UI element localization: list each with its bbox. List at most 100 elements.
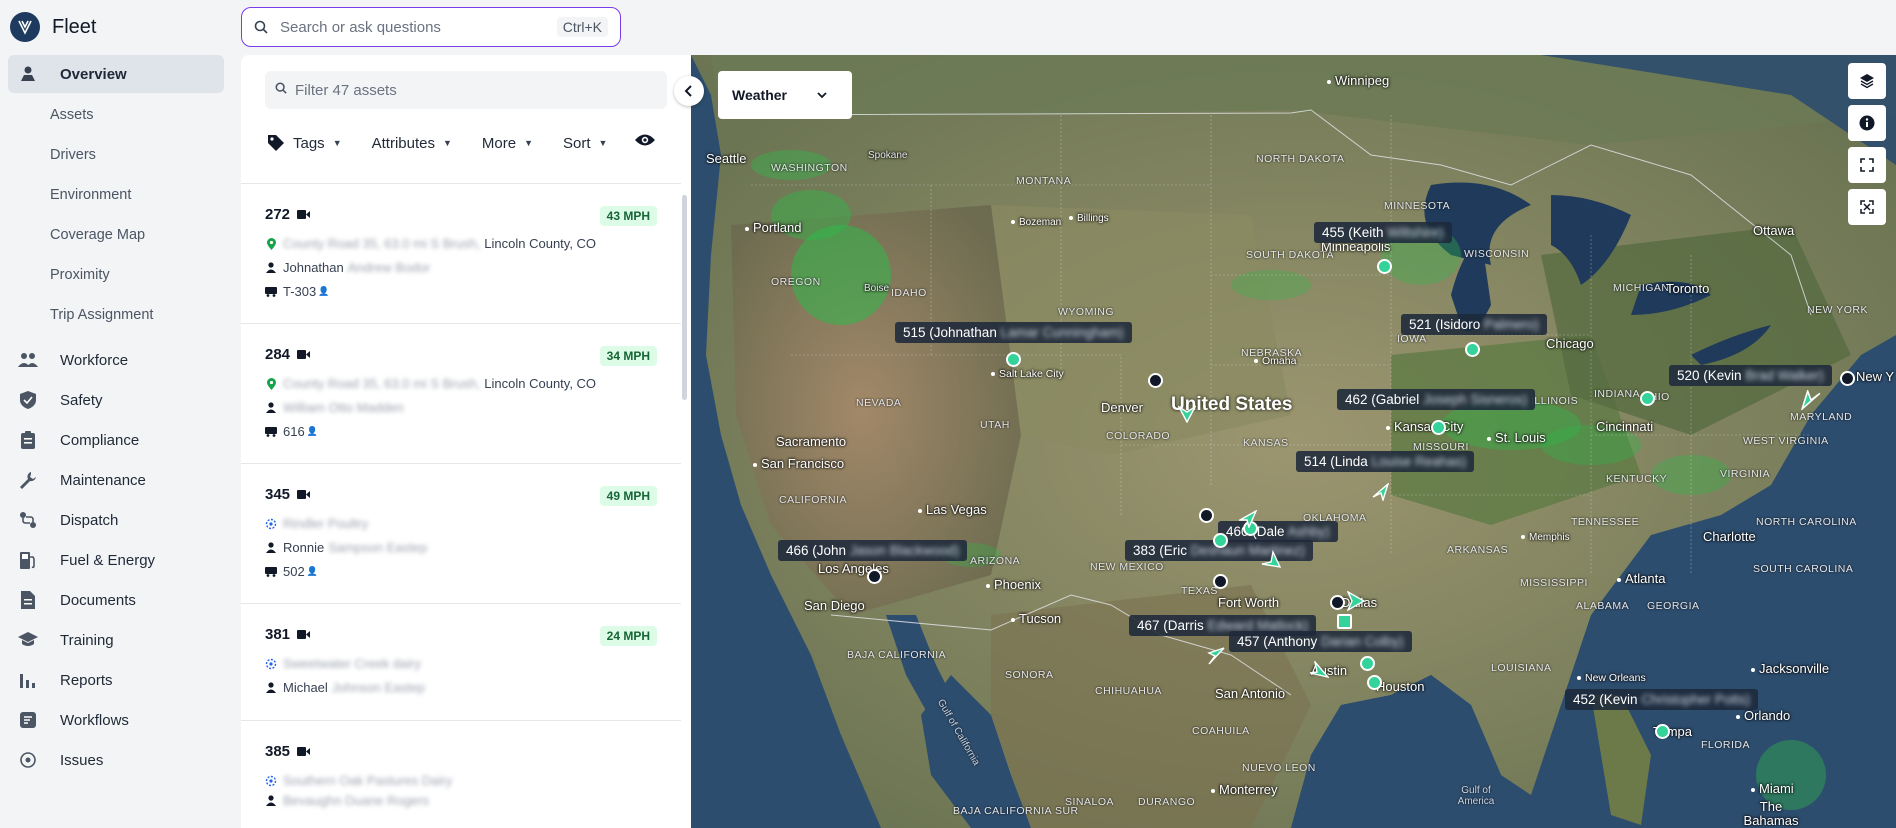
- layers-button[interactable]: [1848, 63, 1886, 99]
- asset-card[interactable]: 284 34 MPH County Road 35, 63.0 mi S Bru…: [241, 324, 681, 464]
- vehicle-marker-idle[interactable]: [1337, 614, 1352, 629]
- nav-documents[interactable]: Documents: [8, 581, 224, 619]
- asset-id: 385: [265, 743, 311, 760]
- attributes-dropdown[interactable]: Attributes ▼: [372, 135, 452, 152]
- heading-arrow-icon[interactable]: [1239, 510, 1257, 528]
- vehicle-marker-stopped[interactable]: [1213, 574, 1228, 589]
- nav-workflows[interactable]: Workflows: [8, 701, 224, 739]
- tags-caret-icon: ▼: [332, 138, 342, 148]
- heading-arrow-icon[interactable]: [1261, 550, 1281, 568]
- vehicle-marker-moving[interactable]: [1640, 391, 1655, 406]
- vehicle-marker-stopped[interactable]: [867, 569, 882, 584]
- nav-compliance-label: Compliance: [60, 431, 140, 449]
- state-label: NUEVO LEON: [1242, 762, 1316, 774]
- nav-reports[interactable]: Reports: [8, 661, 224, 699]
- city-label: Phoenix: [986, 577, 1041, 592]
- city-label: Ottawa: [1753, 223, 1795, 238]
- asset-filter-input[interactable]: [295, 81, 657, 99]
- state-label: MARYLAND: [1790, 411, 1853, 423]
- nav-sub-assets[interactable]: Assets: [8, 95, 224, 135]
- vehicle-marker-stopped[interactable]: [1148, 373, 1163, 388]
- tags-dropdown[interactable]: Tags ▼: [267, 134, 342, 152]
- city-label: Jacksonville: [1751, 661, 1829, 676]
- heading-arrow-icon[interactable]: [1801, 390, 1821, 410]
- asset-list-scrollbar[interactable]: [682, 195, 687, 400]
- nav-maintenance[interactable]: Maintenance: [8, 461, 224, 499]
- nav-workforce-label: Workforce: [60, 351, 129, 369]
- nav-safety-label: Safety: [60, 391, 103, 409]
- heading-arrow-icon[interactable]: [1347, 591, 1365, 611]
- vehicle-label[interactable]: 515 (Johnathan Lamar Cunningham): [895, 322, 1132, 343]
- vehicle-label[interactable]: 520 (Kevin Brad Walker): [1669, 365, 1832, 386]
- vehicle-marker-moving[interactable]: [1465, 342, 1480, 357]
- weather-layer-dropdown[interactable]: Weather: [718, 71, 852, 119]
- nav-sub-environment[interactable]: Environment: [8, 175, 224, 215]
- sort-dropdown[interactable]: Sort ▼: [563, 135, 607, 152]
- vehicle-marker-moving[interactable]: [1655, 724, 1670, 739]
- vehicle-marker-moving[interactable]: [1006, 352, 1021, 367]
- asset-card[interactable]: 385 Southern Oak Pastures Dairy Bevaughn…: [241, 721, 681, 828]
- nav-overview[interactable]: Overview: [8, 55, 224, 93]
- asset-card[interactable]: 381 24 MPH Sweetwater Creek dairy Michae…: [241, 604, 681, 721]
- more-dropdown[interactable]: More ▼: [482, 135, 533, 152]
- issue-icon: [18, 750, 38, 770]
- graduation-cap-icon: [18, 630, 38, 650]
- nav-workforce[interactable]: Workforce: [8, 341, 224, 379]
- asset-card[interactable]: 345 49 MPH Rindler Poultry Ronnie Sampson…: [241, 464, 681, 604]
- asset-card[interactable]: 272 43 MPH County Road 35, 63.0 mi S Bru…: [241, 184, 681, 324]
- fleet-logo-icon: [10, 12, 40, 42]
- asset-id: 345: [265, 486, 311, 503]
- brand[interactable]: Fleet: [10, 10, 96, 44]
- vehicle-marker-moving[interactable]: [1431, 420, 1446, 435]
- nav-compliance[interactable]: Compliance: [8, 421, 224, 459]
- geofence-icon: [265, 658, 277, 670]
- global-search[interactable]: Ctrl+K: [241, 7, 621, 47]
- nav-sub-proximity[interactable]: Proximity: [8, 255, 224, 295]
- fleet-map[interactable]: Weather United States WASHINGTON OREGON …: [691, 55, 1896, 828]
- heading-arrow-icon[interactable]: [1178, 405, 1196, 423]
- nav-safety[interactable]: Safety: [8, 381, 224, 419]
- vehicle-marker-stopped[interactable]: [1199, 508, 1214, 523]
- asset-driver: Bevaughn Duane Rogers: [265, 793, 433, 808]
- visibility-eye-icon[interactable]: [635, 133, 655, 152]
- search-shortcut: Ctrl+K: [556, 17, 608, 37]
- info-button[interactable]: [1848, 105, 1886, 141]
- heading-arrow-icon[interactable]: [1371, 483, 1389, 501]
- global-search-input[interactable]: [280, 18, 557, 36]
- vehicle-marker-moving[interactable]: [1360, 656, 1375, 671]
- vehicle-marker-stopped[interactable]: [1840, 371, 1855, 386]
- vehicle-marker-moving[interactable]: [1377, 259, 1392, 274]
- asset-filter[interactable]: [265, 71, 667, 109]
- nav-sub-drivers[interactable]: Drivers: [8, 135, 224, 175]
- state-label: MISSISSIPPI: [1520, 577, 1588, 589]
- vehicle-label[interactable]: 521 (Isidoro Palmero): [1401, 314, 1547, 335]
- main-nav: Overview Assets Drivers Environment Cove…: [8, 55, 224, 781]
- vehicle-label[interactable]: 462 (Gabriel Joseph Sisneros): [1337, 389, 1536, 410]
- vehicle-label[interactable]: 466 (John Jason Blackwood): [778, 540, 968, 561]
- nav-fuel-energy[interactable]: Fuel & Energy: [8, 541, 224, 579]
- camera-icon: [297, 210, 311, 219]
- vehicle-label[interactable]: 514 (Linda Louise Reahas): [1296, 451, 1475, 472]
- vehicle-marker-moving[interactable]: [1367, 675, 1382, 690]
- vehicle-marker-stopped[interactable]: [1330, 595, 1345, 610]
- nav-issues[interactable]: Issues: [8, 741, 224, 779]
- vehicle-label[interactable]: 460 (Dale Ashby): [1218, 521, 1338, 542]
- fullscreen-button[interactable]: [1848, 189, 1886, 225]
- collapse-panel-button[interactable]: [674, 76, 704, 106]
- more-label: More: [481, 134, 517, 152]
- nav-sub-coverage-map[interactable]: Coverage Map: [8, 215, 224, 255]
- nav-training[interactable]: Training: [8, 621, 224, 659]
- fit-bounds-button[interactable]: [1848, 147, 1886, 183]
- clipboard-icon: [18, 430, 38, 450]
- vehicle-label[interactable]: 457 (Anthony Darian Colby): [1229, 631, 1412, 652]
- heading-arrow-icon[interactable]: [1207, 647, 1225, 665]
- state-label: INDIANA: [1594, 388, 1641, 400]
- heading-arrow-icon[interactable]: [1309, 661, 1329, 679]
- vehicle-label[interactable]: 452 (Kevin Christopher Potts): [1565, 689, 1759, 710]
- vehicle-marker-moving[interactable]: [1213, 533, 1228, 548]
- nav-dispatch[interactable]: Dispatch: [8, 501, 224, 539]
- vehicle-label[interactable]: 455 (Keith Wiltshire): [1314, 222, 1452, 243]
- state-label: NEVADA: [856, 397, 902, 409]
- asset-driver: Ronnie Sampson Eastep: [265, 540, 431, 555]
- nav-sub-trip-assignment[interactable]: Trip Assignment: [8, 295, 224, 335]
